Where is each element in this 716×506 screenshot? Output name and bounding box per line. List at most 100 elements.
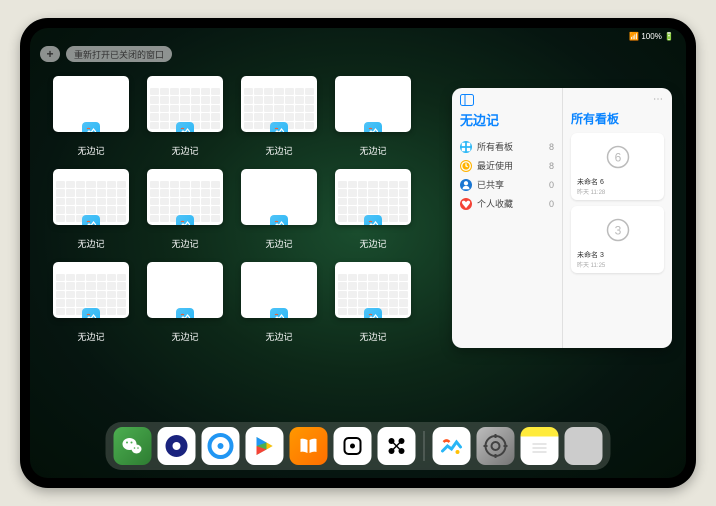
freeform-app-icon [82,122,100,132]
board-thumbnail: 3 [575,210,660,250]
sidebar-item-label: 所有看板 [477,140,513,153]
thumbnail-preview [53,169,129,225]
window-thumbnail[interactable]: 无边记 [332,262,414,343]
board-date: 昨天 11:25 [575,260,660,269]
dock-app-notes[interactable] [521,427,559,465]
dock-app-settings[interactable] [477,427,515,465]
top-bar: + 重新打开已关闭的窗口 [40,46,172,62]
sidebar-item-count: 0 [549,180,554,190]
board-card[interactable]: 3 未命名 3昨天 11:25 [571,206,664,273]
ipad-frame: 📶 100% 🔋 + 重新打开已关闭的窗口 无边记无边记无边记无边记无边记无边记… [20,18,696,488]
side-panel[interactable]: ⋯ 无边记 所有看板8最近使用8已共享0个人收藏0 所有看板 6未命名 6昨天 … [452,88,672,348]
sidebar-item[interactable]: 个人收藏 0 [460,194,554,213]
thumbnail-label: 无边记 [77,237,104,250]
status-bar: 📶 100% 🔋 [30,32,686,46]
reopen-closed-window-button[interactable]: 重新打开已关闭的窗口 [66,46,172,62]
window-thumbnail[interactable]: 无边记 [238,169,320,250]
freeform-app-icon [270,215,288,225]
board-label: 未命名 6 [575,177,660,187]
window-grid: 无边记无边记无边记无边记无边记无边记无边记无边记无边记无边记无边记无边记 [50,76,414,343]
freeform-app-icon [82,308,100,318]
freeform-app-icon [176,215,194,225]
panel-content-title: 所有看板 [571,110,664,127]
person-icon [460,179,472,191]
thumbnail-preview [335,262,411,318]
thumbnail-preview [147,262,223,318]
window-thumbnail[interactable]: 无边记 [144,76,226,157]
svg-text:3: 3 [614,224,621,238]
thumbnail-preview [241,76,317,132]
thumbnail-label: 无边记 [359,237,386,250]
thumbnail-label: 无边记 [171,330,198,343]
dock-app-multi[interactable] [565,427,603,465]
thumbnail-preview [241,169,317,225]
panel-menu-icon[interactable]: ⋯ [653,94,664,105]
panel-title: 无边记 [460,110,554,129]
dock-app-play[interactable] [246,427,284,465]
window-thumbnail[interactable]: 无边记 [238,262,320,343]
window-thumbnail[interactable]: 无边记 [238,76,320,157]
grid-icon [460,141,472,153]
freeform-app-icon [364,215,382,225]
dock-app-browser1[interactable] [158,427,196,465]
board-thumbnail: 6 [575,137,660,177]
sidebar-item-count: 8 [549,142,554,152]
freeform-app-icon [82,215,100,225]
window-thumbnail[interactable]: 无边记 [144,262,226,343]
dock [106,422,611,470]
board-date: 昨天 11:28 [575,187,660,196]
board-list: 6 未命名 6昨天 11:28 3 未命名 3昨天 11:25 [571,133,664,273]
window-thumbnail[interactable]: 无边记 [144,169,226,250]
window-thumbnail[interactable]: 无边记 [332,169,414,250]
thumbnail-preview [53,76,129,132]
clock-icon [460,160,472,172]
thumbnail-label: 无边记 [171,144,198,157]
dock-separator [424,431,425,461]
window-thumbnail[interactable]: 无边记 [332,76,414,157]
dock-app-dice[interactable] [334,427,372,465]
thumbnail-label: 无边记 [359,144,386,157]
sidebar-item-label: 个人收藏 [477,197,513,210]
new-window-button[interactable]: + [40,46,60,62]
thumbnail-label: 无边记 [77,330,104,343]
window-thumbnail[interactable]: 无边记 [50,76,132,157]
thumbnail-label: 无边记 [265,144,292,157]
sidebar-item-count: 0 [549,199,554,209]
sidebar-toggle-icon[interactable] [460,94,474,106]
thumbnail-preview [335,169,411,225]
freeform-app-icon [364,122,382,132]
window-thumbnail[interactable]: 无边记 [50,169,132,250]
dock-app-wechat[interactable] [114,427,152,465]
panel-sidebar: 无边记 所有看板 8 最近使用 8 已共享 0 个人收藏 0 [452,88,562,348]
dock-app-browser2[interactable] [202,427,240,465]
thumbnail-label: 无边记 [171,237,198,250]
status-right: 📶 100% 🔋 [629,32,674,46]
dock-app-connect[interactable] [378,427,416,465]
sidebar-item[interactable]: 已共享 0 [460,175,554,194]
sidebar-item[interactable]: 所有看板 8 [460,137,554,156]
sidebar-item-label: 已共享 [477,178,504,191]
panel-item-list: 所有看板 8 最近使用 8 已共享 0 个人收藏 0 [460,137,554,213]
panel-content: 所有看板 6 未命名 6昨天 11:28 3 未命名 3昨天 11:25 [562,88,672,348]
sidebar-item[interactable]: 最近使用 8 [460,156,554,175]
board-label: 未命名 3 [575,250,660,260]
thumbnail-preview [241,262,317,318]
thumbnail-label: 无边记 [265,237,292,250]
thumbnail-preview [53,262,129,318]
freeform-app-icon [270,122,288,132]
svg-text:6: 6 [614,151,621,165]
freeform-app-icon [176,122,194,132]
thumbnail-label: 无边记 [359,330,386,343]
heart-icon [460,198,472,210]
thumbnail-preview [147,169,223,225]
board-card[interactable]: 6 未命名 6昨天 11:28 [571,133,664,200]
freeform-app-icon [176,308,194,318]
dock-app-freeform[interactable] [433,427,471,465]
sidebar-item-count: 8 [549,161,554,171]
window-thumbnail[interactable]: 无边记 [50,262,132,343]
dock-app-books[interactable] [290,427,328,465]
thumbnail-label: 无边记 [265,330,292,343]
thumbnail-preview [335,76,411,132]
screen: 📶 100% 🔋 + 重新打开已关闭的窗口 无边记无边记无边记无边记无边记无边记… [30,28,686,478]
sidebar-item-label: 最近使用 [477,159,513,172]
